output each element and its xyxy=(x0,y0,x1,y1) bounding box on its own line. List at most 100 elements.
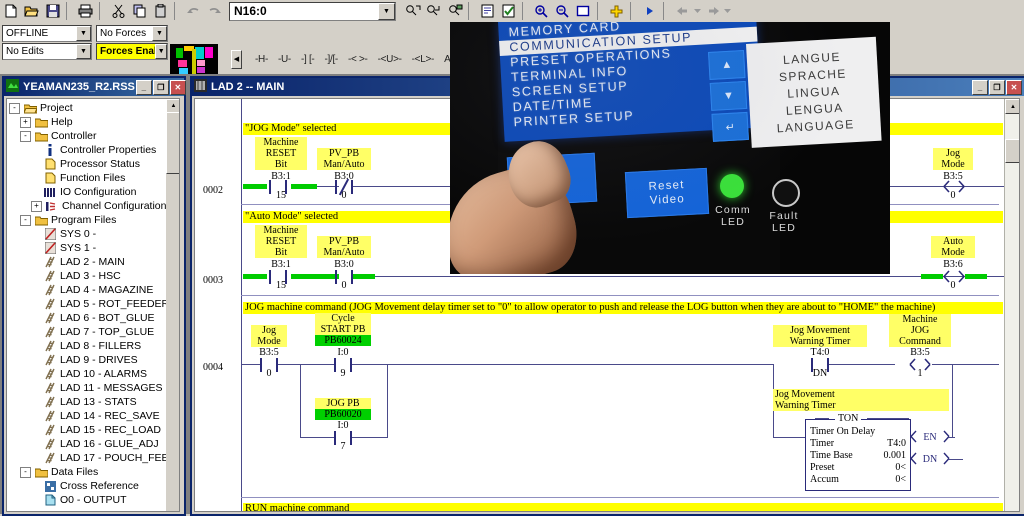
redo-icon[interactable] xyxy=(204,1,225,21)
tree-expander[interactable]: + xyxy=(20,116,31,128)
back-nav-dropdown-icon[interactable] xyxy=(693,1,702,21)
tree-node[interactable]: LAD 3 - HSC xyxy=(9,269,179,283)
tree-expander[interactable]: - xyxy=(20,130,31,142)
tree-expander[interactable]: + xyxy=(31,200,42,212)
tree-node[interactable]: O0 - OUTPUT xyxy=(9,493,179,507)
forward-nav-icon[interactable] xyxy=(702,1,723,21)
tree-node[interactable]: SYS 1 - xyxy=(9,241,179,255)
find-again-icon[interactable] xyxy=(423,1,444,21)
add-rung-icon[interactable] xyxy=(606,1,627,21)
open-file-icon[interactable] xyxy=(21,1,42,21)
chevron-down-icon[interactable]: ▼ xyxy=(378,2,395,20)
ton-row: Timer On Delay xyxy=(810,426,876,437)
close-icon[interactable]: ✕ xyxy=(169,79,186,95)
tree-node[interactable]: LAD 7 - TOP_GLUE xyxy=(9,325,179,339)
tree-node[interactable]: LAD 13 - STATS xyxy=(9,395,179,409)
tree-node[interactable]: LAD 2 - MAIN xyxy=(9,255,179,269)
tree-node[interactable]: + Channel Configuration xyxy=(9,199,179,213)
tree-node[interactable]: Controller Properties xyxy=(9,143,179,157)
print-icon[interactable] xyxy=(75,1,96,21)
scrollbar-thumb[interactable] xyxy=(1005,139,1019,163)
instruction-xic[interactable]: -] [- xyxy=(301,54,315,65)
tree-node[interactable]: - Data Files xyxy=(9,465,179,479)
minimize-icon[interactable]: _ xyxy=(135,79,152,95)
zoom-in-icon[interactable] xyxy=(531,1,552,21)
scrollbar-thumb[interactable] xyxy=(166,112,179,174)
forces-combo[interactable]: No Forces ▼ xyxy=(96,25,168,42)
xref-icon xyxy=(43,480,57,492)
maximize-icon[interactable]: ❐ xyxy=(152,79,169,95)
chevron-down-icon[interactable]: ▼ xyxy=(76,44,91,59)
tree-node[interactable]: - Program Files xyxy=(9,213,179,227)
tree-expander[interactable]: - xyxy=(20,466,31,478)
tree-node[interactable]: LAD 14 - REC_SAVE xyxy=(9,409,179,423)
tree-node[interactable]: Cross Reference xyxy=(9,479,179,493)
instruction-ote[interactable]: -< >- xyxy=(348,54,368,65)
verify-icon[interactable] xyxy=(498,1,519,21)
save-file-icon[interactable] xyxy=(42,1,63,21)
tree-node[interactable]: Function Files xyxy=(9,171,179,185)
tree-node-label: Controller Properties xyxy=(60,144,157,156)
undo-icon[interactable] xyxy=(183,1,204,21)
ton-row: Timer T4:0 xyxy=(810,438,906,449)
online-mode-combo[interactable]: OFFLINE ▼ xyxy=(2,25,92,42)
run-forward-icon[interactable] xyxy=(639,1,660,21)
project-tree-titlebar[interactable]: YEAMAN235_R2.RSS _ ❐ ✕ xyxy=(4,78,186,96)
tree-node[interactable]: SYS 0 - xyxy=(9,227,179,241)
tree-node[interactable]: IO Configuration xyxy=(9,185,179,199)
scroll-up-icon[interactable]: ▲ xyxy=(166,99,179,113)
tree-node[interactable]: LAD 6 - BOT_GLUE xyxy=(9,311,179,325)
instruction-branch[interactable]: -U- xyxy=(278,54,291,65)
tree-expander[interactable]: - xyxy=(9,102,20,114)
tree-node[interactable]: - Controller xyxy=(9,129,179,143)
branch-bottom-wire xyxy=(300,437,334,438)
tree-node[interactable]: LAD 15 - REC_LOAD xyxy=(9,423,179,437)
zoom-window-icon[interactable] xyxy=(573,1,594,21)
cut-icon[interactable] xyxy=(108,1,129,21)
tree-node[interactable]: LAD 8 - FILLERS xyxy=(9,339,179,353)
instruction-hbar[interactable]: -H- xyxy=(255,54,268,65)
close-icon[interactable]: ✕ xyxy=(1006,79,1022,95)
chevron-down-icon[interactable]: ▼ xyxy=(152,26,167,41)
instruction-xio[interactable]: -]/[- xyxy=(324,54,338,65)
ton-timer-block[interactable]: Timer On Delay Timer T4:0 Time Base 0.001 … xyxy=(805,419,911,491)
tree-node[interactable]: LAD 9 - DRIVES xyxy=(9,353,179,367)
edits-combo[interactable]: No Edits ▼ xyxy=(2,43,92,60)
tree-expander[interactable]: - xyxy=(20,214,31,226)
forces-enabled-combo[interactable]: Forces Enabled ▼ xyxy=(96,43,168,60)
scroll-up-icon[interactable]: ▲ xyxy=(1005,99,1019,114)
find-icon[interactable] xyxy=(402,1,423,21)
instruction-otu[interactable]: -<U>- xyxy=(378,54,402,65)
back-nav-icon[interactable] xyxy=(672,1,693,21)
element-bit: 15 xyxy=(276,280,286,291)
rung-wire xyxy=(352,364,388,365)
element-bit: 0 xyxy=(341,280,347,291)
tree-node[interactable]: - Project xyxy=(9,101,179,115)
minimize-icon[interactable]: _ xyxy=(972,79,988,95)
tree-node[interactable]: LAD 4 - MAGAZINE xyxy=(9,283,179,297)
instruction-otl[interactable]: -<L>- xyxy=(412,54,435,65)
zoom-out-icon[interactable] xyxy=(552,1,573,21)
paste-icon[interactable] xyxy=(150,1,171,21)
tree-node[interactable]: LAD 16 - GLUE_ADJ xyxy=(9,437,179,451)
element-address: B3:1 xyxy=(271,259,291,270)
browse-icon[interactable] xyxy=(444,1,465,21)
tree-node[interactable]: LAD 10 - ALARMS xyxy=(9,367,179,381)
instruction-scroll-left-button[interactable]: ◀ xyxy=(231,49,242,69)
maximize-icon[interactable]: ❐ xyxy=(989,79,1005,95)
ladder-vertical-scrollbar[interactable]: ▲ xyxy=(1004,99,1019,511)
report-icon[interactable] xyxy=(477,1,498,21)
project-tree-body[interactable]: - Project + Help - Controller Controller Prope… xyxy=(6,98,180,512)
address-combo[interactable]: N16:0 ▼ xyxy=(229,1,396,21)
new-file-icon[interactable] xyxy=(0,1,21,21)
tree-node[interactable]: LAD 11 - MESSAGES xyxy=(9,381,179,395)
tree-node[interactable]: LAD 5 - ROT_FEEDER xyxy=(9,297,179,311)
chevron-down-icon[interactable]: ▼ xyxy=(155,44,167,59)
forward-nav-dropdown-icon[interactable] xyxy=(723,1,732,21)
project-tree-scrollbar[interactable]: ▲ xyxy=(166,99,179,511)
tree-node[interactable]: LAD 17 - POUCH_FEED xyxy=(9,451,179,465)
chevron-down-icon[interactable]: ▼ xyxy=(76,26,91,41)
copy-icon[interactable] xyxy=(129,1,150,21)
tree-node[interactable]: Processor Status xyxy=(9,157,179,171)
tree-node[interactable]: + Help xyxy=(9,115,179,129)
